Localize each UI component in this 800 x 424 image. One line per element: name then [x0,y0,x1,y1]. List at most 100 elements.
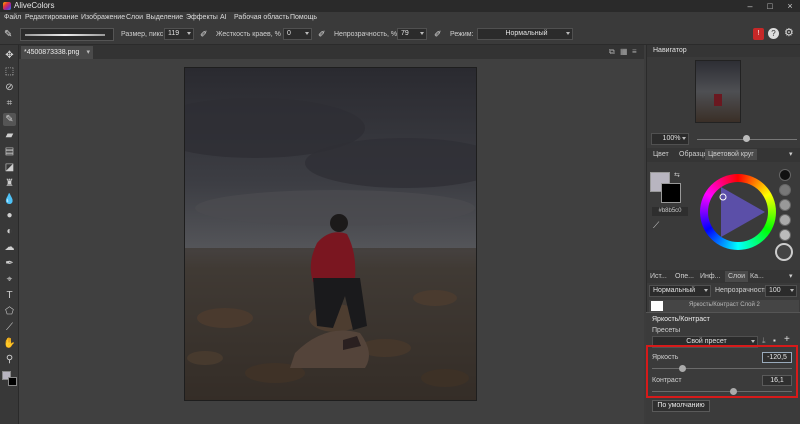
tab-layers[interactable]: Слои [725,271,749,282]
navigator-thumbnail[interactable] [695,60,741,123]
pen-tool-icon[interactable]: ✒ [3,257,16,270]
layer-opacity-input[interactable]: 100 [765,285,797,297]
help-icon[interactable]: ? [768,28,779,39]
preset-color-4[interactable] [779,214,791,226]
tools-panel: ✥ ⬚ ⊘ ⌗ ✎ ▰ ▤ ◪ ♜ 💧 ● ◐ ☁ ✒ ⌖ T ⬠ ⟋ ✋ ⚲ [0,45,19,424]
opacity-input[interactable]: 79 [397,28,427,40]
zoom-tool-icon[interactable]: ⚲ [3,353,16,366]
tab-info[interactable]: Инф... [700,273,721,280]
document-tab[interactable]: *4500873338.png ▾ [21,46,93,59]
canvas-image [185,68,476,400]
minimize-button[interactable]: – [740,0,760,12]
reset-default-button[interactable]: По умолчанию [652,400,710,412]
size-value: 119 [168,30,180,37]
add-preset-icon[interactable]: + [784,334,790,345]
color-wheel-mode-button[interactable] [775,243,793,261]
menu-file[interactable]: Файл [4,14,21,21]
blur-tool-icon[interactable]: 💧 [3,193,16,206]
menu-image[interactable]: Изображение [81,14,125,21]
background-color-swatch[interactable] [8,377,17,386]
pressure-opacity-icon[interactable]: ✐ [434,29,442,40]
brush-icon[interactable]: ✎ [4,29,12,40]
menu-help[interactable]: Помощь [290,14,317,21]
highlight-frame [646,345,798,398]
path-tool-icon[interactable]: ⌖ [3,273,16,286]
crop-tool-icon[interactable]: ⌗ [3,97,16,110]
tab-color-wheel[interactable]: Цветовой круг [705,149,757,160]
background-color[interactable] [661,183,681,203]
preset-color-2[interactable] [779,184,791,196]
grid-view-icon[interactable]: ▦ [620,47,628,56]
sponge-tool-icon[interactable]: ◐ [3,225,16,238]
settings-gear-icon[interactable]: ⚙ [784,26,794,39]
color-panel-menu-icon[interactable]: ▾ [789,150,793,158]
blend-mode-value: Нормальный [505,30,548,37]
opacity-label: Непрозрачность, % [334,31,398,38]
tab-channels[interactable]: Ка... [750,273,764,280]
brush-preset-picker[interactable] [20,28,114,41]
preset-color-1[interactable] [779,169,791,181]
menu-ai[interactable]: AI [220,14,227,21]
tab-menu-chevron-icon[interactable]: ▾ [86,46,90,59]
notification-icon[interactable]: ! [753,28,764,40]
tile-view-icon[interactable]: ⧉ [609,47,615,57]
gradient-tool-icon[interactable]: ▤ [3,145,16,158]
menu-edit[interactable]: Редактирование [25,14,78,21]
presets-label: Пресеты [652,327,681,334]
layers-tabs: Ист... Опе... Инф... Слои Ка... ▾ [647,270,800,283]
menu-workspace[interactable]: Рабочая область [234,14,289,21]
image-canvas[interactable] [184,67,477,401]
eyedropper-icon[interactable]: ⟋ [653,220,659,231]
navigator-zoom-input[interactable]: 100% [651,133,689,145]
dodge-tool-icon[interactable]: ● [3,209,16,222]
tab-swatches[interactable]: Образцы [679,151,708,158]
layer-opacity-label: Непрозрачность [715,287,769,294]
delete-preset-icon[interactable]: ▪ [773,336,776,345]
marquee-tool-icon[interactable]: ⬚ [3,65,16,78]
eraser-tool-icon[interactable]: ▰ [3,129,16,142]
opacity-value: 79 [401,30,409,37]
layer-thumbnail [651,301,663,311]
menu-selection[interactable]: Выделение [146,14,183,21]
menu-effects[interactable]: Эффекты [186,14,218,21]
text-tool-icon[interactable]: T [3,289,16,302]
pressure-hardness-icon[interactable]: ✐ [318,29,326,40]
preset-color-5[interactable] [779,229,791,241]
color-tabs: Цвет Образцы Цветовой круг ▾ [647,148,800,162]
tab-operations[interactable]: Опе... [675,273,694,280]
layer-name: Яркость/Контраст Слой 2 [689,302,760,308]
lasso-tool-icon[interactable]: ⊘ [3,81,16,94]
tab-color[interactable]: Цвет [653,151,669,158]
layer-opacity-value: 100 [769,287,781,294]
tab-history[interactable]: Ист... [650,273,667,280]
hand-tool-icon[interactable]: ✋ [3,337,16,350]
panel-options-icon[interactable]: ≡ [632,47,637,56]
layers-panel-menu-icon[interactable]: ▾ [789,272,793,280]
eyedropper-tool-icon[interactable]: ⟋ [3,321,16,334]
reset-default-label: По умолчанию [657,402,705,409]
document-tab-title: *4500873338.png [24,49,80,56]
fill-tool-icon[interactable]: ◪ [3,161,16,174]
color-wheel[interactable] [699,173,777,251]
hardness-label: Жесткость краев, % [216,31,281,38]
stamp-tool-icon[interactable]: ♜ [3,177,16,190]
blend-mode-select[interactable]: Нормальный [477,28,573,40]
pressure-size-icon[interactable]: ✐ [200,29,208,40]
menu-layers[interactable]: Слои [126,14,143,21]
maximize-button[interactable]: □ [760,0,780,12]
navigator-zoom-slider-thumb[interactable] [743,135,750,142]
size-input[interactable]: 119 [164,28,194,40]
app-logo-icon [3,2,11,10]
smudge-tool-icon[interactable]: ☁ [3,241,16,254]
brush-tool-icon[interactable]: ✎ [3,113,16,126]
swap-colors-icon[interactable]: ⇆ [674,171,680,179]
hardness-input[interactable]: 0 [283,28,312,40]
layer-blend-mode-value: Нормальный [653,287,696,294]
preset-color-3[interactable] [779,199,791,211]
layer-row[interactable]: Яркость/Контраст Слой 2 [649,300,799,312]
layer-blend-mode-select[interactable]: Нормальный [649,285,711,297]
close-button[interactable]: × [780,0,800,12]
move-tool-icon[interactable]: ✥ [3,49,16,62]
hex-color-field[interactable]: #b8b5c0 [652,207,688,216]
shape-tool-icon[interactable]: ⬠ [3,305,16,318]
